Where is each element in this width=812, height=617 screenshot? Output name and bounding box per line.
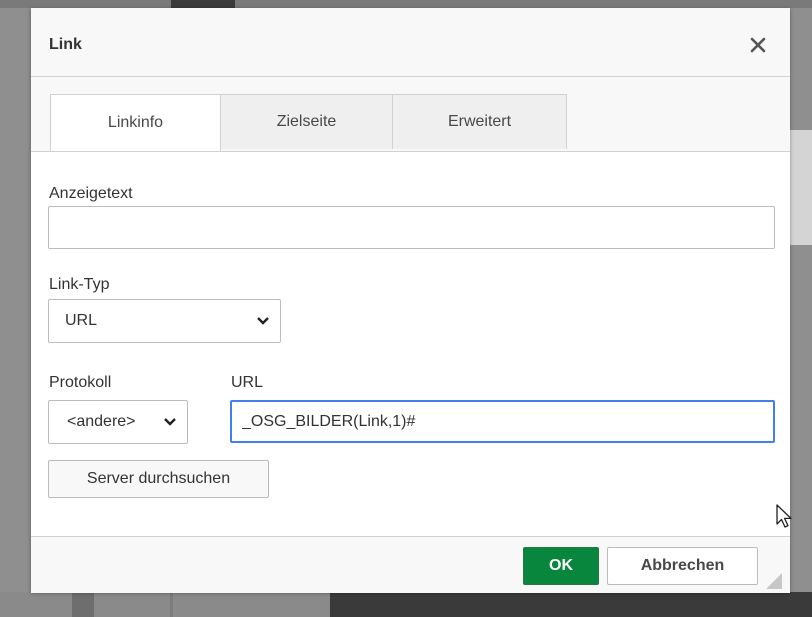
url-input[interactable] [230, 400, 775, 443]
url-label: URL [231, 374, 264, 391]
close-icon[interactable] [748, 35, 768, 55]
tab-linkinfo[interactable]: Linkinfo [50, 94, 221, 151]
background-editor-area [0, 592, 330, 617]
mouse-cursor-icon [776, 504, 792, 528]
background-editor-toolbar [0, 0, 812, 8]
cancel-label: Abbrechen [640, 557, 725, 574]
tab-label: Zielseite [276, 113, 337, 130]
dialog-titlebar: Link [31, 8, 790, 77]
background-editor-dark-area [330, 592, 812, 617]
background-editor-column [72, 592, 94, 617]
protocol-value: <andere> [67, 413, 136, 430]
tab-label: Linkinfo [107, 114, 164, 131]
protocol-select[interactable]: <andere> [48, 400, 188, 444]
link-dialog: Link Linkinfo Zielseite Erweitert Anzeig… [31, 8, 792, 593]
dialog-footer: OK Abbrechen [31, 536, 790, 593]
link-type-value: URL [65, 312, 98, 329]
tab-erweitert[interactable]: Erweitert [392, 94, 567, 149]
ok-button[interactable]: OK [523, 547, 599, 585]
display-text-label: Anzeigetext [49, 185, 133, 202]
tab-label: Erweitert [447, 113, 512, 130]
protocol-label: Protokoll [49, 374, 112, 391]
dialog-title: Link [49, 36, 82, 53]
ok-label: OK [549, 557, 573, 574]
tab-bar: Linkinfo Zielseite Erweitert [31, 77, 790, 152]
display-text-input[interactable] [48, 206, 775, 249]
browse-server-label: Server durchsuchen [86, 470, 231, 487]
cancel-button[interactable]: Abbrechen [607, 547, 758, 585]
background-editor-divider [170, 592, 173, 617]
resize-handle-icon[interactable] [766, 573, 782, 589]
chevron-down-icon [257, 317, 269, 325]
background-editor-tab [171, 0, 235, 8]
chevron-down-icon [164, 418, 176, 426]
background-editor-panel [790, 130, 812, 245]
link-type-label: Link-Typ [49, 276, 110, 293]
browse-server-button[interactable]: Server durchsuchen [48, 460, 269, 498]
link-type-select[interactable]: URL [48, 299, 281, 343]
tab-zielseite[interactable]: Zielseite [220, 94, 393, 149]
